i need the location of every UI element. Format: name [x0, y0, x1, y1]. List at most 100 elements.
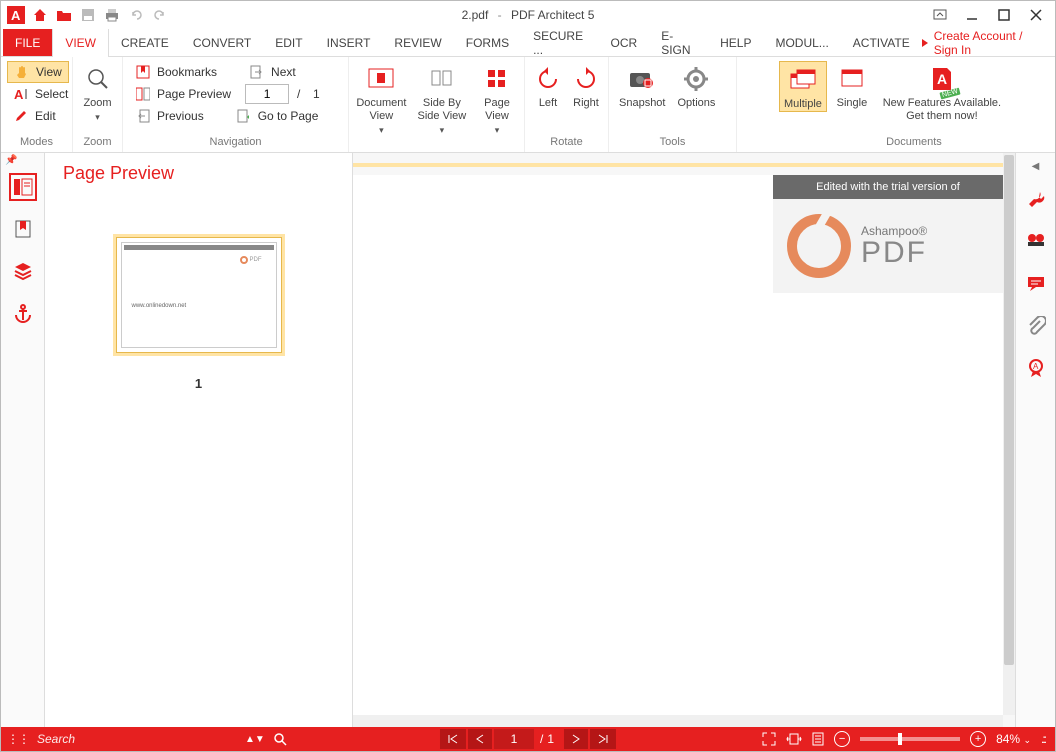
zoom-button[interactable]: Zoom ▾: [77, 61, 119, 123]
tab-esign[interactable]: E-SIGN: [649, 29, 708, 56]
status-page-current[interactable]: 1: [494, 729, 534, 749]
tab-help[interactable]: HELP: [708, 29, 763, 56]
page-number-input[interactable]: [245, 84, 289, 104]
tab-insert[interactable]: INSERT: [315, 29, 383, 56]
tab-review[interactable]: REVIEW: [382, 29, 453, 56]
zoom-out-button[interactable]: −: [834, 731, 850, 747]
page-separator: /: [297, 87, 300, 101]
window-controls: [925, 4, 1055, 26]
tab-convert[interactable]: CONVERT: [181, 29, 263, 56]
rail-comment-button[interactable]: [1022, 270, 1050, 298]
hand-icon: [14, 64, 30, 80]
thumb-pdf-logo-icon: PDF: [240, 253, 270, 267]
rotate-left-button[interactable]: Left: [531, 61, 565, 110]
tab-forms[interactable]: FORMS: [454, 29, 521, 56]
goto-icon: [236, 108, 252, 124]
chevron-down-icon: ▾: [379, 125, 384, 136]
document-view-button[interactable]: Document View▾: [355, 61, 408, 136]
ashampoo-watermark: Ashampoo® PDF: [773, 199, 1003, 293]
bookmarks-button[interactable]: Bookmarks: [129, 61, 223, 83]
mode-view-button[interactable]: View: [7, 61, 69, 83]
previous-page-button[interactable]: Previous: [129, 105, 210, 127]
search-updown-icon[interactable]: ▲▼: [245, 734, 265, 745]
rail-anchor-button[interactable]: [9, 299, 37, 327]
tab-create[interactable]: CREATE: [109, 29, 181, 56]
multiple-icon: [787, 64, 819, 96]
new-features-button[interactable]: ANEWNew Features Available.Get them now!: [877, 61, 1007, 123]
last-page-button[interactable]: [590, 729, 616, 749]
camera-icon: [626, 63, 658, 95]
multiple-windows-button[interactable]: Multiple: [779, 61, 827, 112]
single-window-button[interactable]: Single: [831, 61, 873, 110]
snapshot-button[interactable]: Snapshot: [615, 61, 669, 110]
tab-secure[interactable]: SECURE ...: [521, 29, 598, 56]
rail-layers-button[interactable]: [9, 257, 37, 285]
pin-icon[interactable]: 📌: [5, 155, 17, 166]
maximize-button[interactable]: [989, 4, 1019, 26]
zoom-level[interactable]: 84% ⌄: [996, 732, 1031, 746]
ribbon-tabs: FILE VIEW CREATE CONVERT EDIT INSERT REV…: [1, 29, 1055, 57]
horizontal-scrollbar[interactable]: [353, 715, 1003, 727]
home-icon[interactable]: [29, 4, 51, 26]
rail-page-preview-button[interactable]: [9, 173, 37, 201]
minimize-button[interactable]: [957, 4, 987, 26]
grip-icon: ⋮⋮: [7, 732, 29, 746]
page-canvas: Edited with the trial version of Ashampo…: [353, 175, 1003, 715]
rail-find-button[interactable]: [1022, 228, 1050, 256]
resize-grip-icon[interactable]: .::: [1041, 732, 1045, 746]
mode-select-button[interactable]: ASelect: [7, 83, 74, 105]
group-modes: View ASelect Edit Modes: [1, 57, 73, 152]
tab-edit[interactable]: EDIT: [263, 29, 314, 56]
pencil-icon: [13, 108, 29, 124]
left-side-rail: 📌: [1, 153, 45, 727]
document-viewport[interactable]: Edited with the trial version of Ashampo…: [353, 153, 1015, 727]
search-input[interactable]: [37, 732, 237, 746]
chevron-down-icon: ▾: [440, 125, 445, 136]
rotate-right-button[interactable]: Right: [569, 61, 603, 110]
bookmark-icon: [135, 64, 151, 80]
save-icon[interactable]: [77, 4, 99, 26]
tab-modules[interactable]: MODUL...: [763, 29, 840, 56]
rail-tools-button[interactable]: [1022, 186, 1050, 214]
options-button[interactable]: Options: [673, 61, 719, 110]
print-icon[interactable]: [101, 4, 123, 26]
zoom-slider[interactable]: [860, 737, 960, 741]
page-view-button[interactable]: Page View▾: [476, 61, 518, 136]
page-thumbnail-1[interactable]: PDF www.onlinedown.net: [113, 234, 285, 356]
app-icon[interactable]: A: [5, 4, 27, 26]
first-page-button[interactable]: [440, 729, 466, 749]
side-by-side-button[interactable]: Side By Side View▾: [412, 61, 472, 136]
close-button[interactable]: [1021, 4, 1051, 26]
redo-icon[interactable]: [149, 4, 171, 26]
next-page-button[interactable]: [564, 729, 588, 749]
search-icon[interactable]: [273, 732, 287, 746]
group-zoom: Zoom ▾ Zoom: [73, 57, 123, 152]
mode-edit-button[interactable]: Edit: [7, 105, 62, 127]
prev-page-button[interactable]: [468, 729, 492, 749]
next-page-button[interactable]: Next: [243, 61, 302, 83]
page-total: 1: [308, 87, 324, 101]
group-documents: Multiple Single ANEWNew Features Availab…: [773, 57, 1055, 152]
undo-icon[interactable]: [125, 4, 147, 26]
tab-file[interactable]: FILE: [3, 29, 52, 56]
ribbon-toggle-icon[interactable]: [925, 4, 955, 26]
tab-view[interactable]: VIEW: [52, 29, 109, 56]
vertical-scrollbar[interactable]: [1003, 153, 1015, 715]
open-icon[interactable]: [53, 4, 75, 26]
zoom-in-button[interactable]: +: [970, 731, 986, 747]
rail-attachment-button[interactable]: [1022, 312, 1050, 340]
go-to-page-button[interactable]: Go to Page: [230, 105, 325, 127]
fit-width-icon[interactable]: [786, 732, 802, 746]
chevron-left-icon[interactable]: ◀: [1032, 161, 1040, 172]
preview-title: Page Preview: [45, 153, 352, 194]
page-preview-button[interactable]: Page Preview: [129, 83, 237, 105]
account-link[interactable]: Create Account / Sign In: [922, 29, 1055, 56]
rail-certificate-button[interactable]: A: [1022, 354, 1050, 382]
text-select-icon: A: [13, 86, 29, 102]
tab-ocr[interactable]: OCR: [599, 29, 650, 56]
fullscreen-icon[interactable]: [762, 732, 776, 746]
fit-page-icon[interactable]: [812, 732, 824, 746]
rail-bookmarks-button[interactable]: [9, 215, 37, 243]
new-features-icon: ANEW: [926, 63, 958, 95]
tab-activate[interactable]: ACTIVATE: [841, 29, 922, 56]
